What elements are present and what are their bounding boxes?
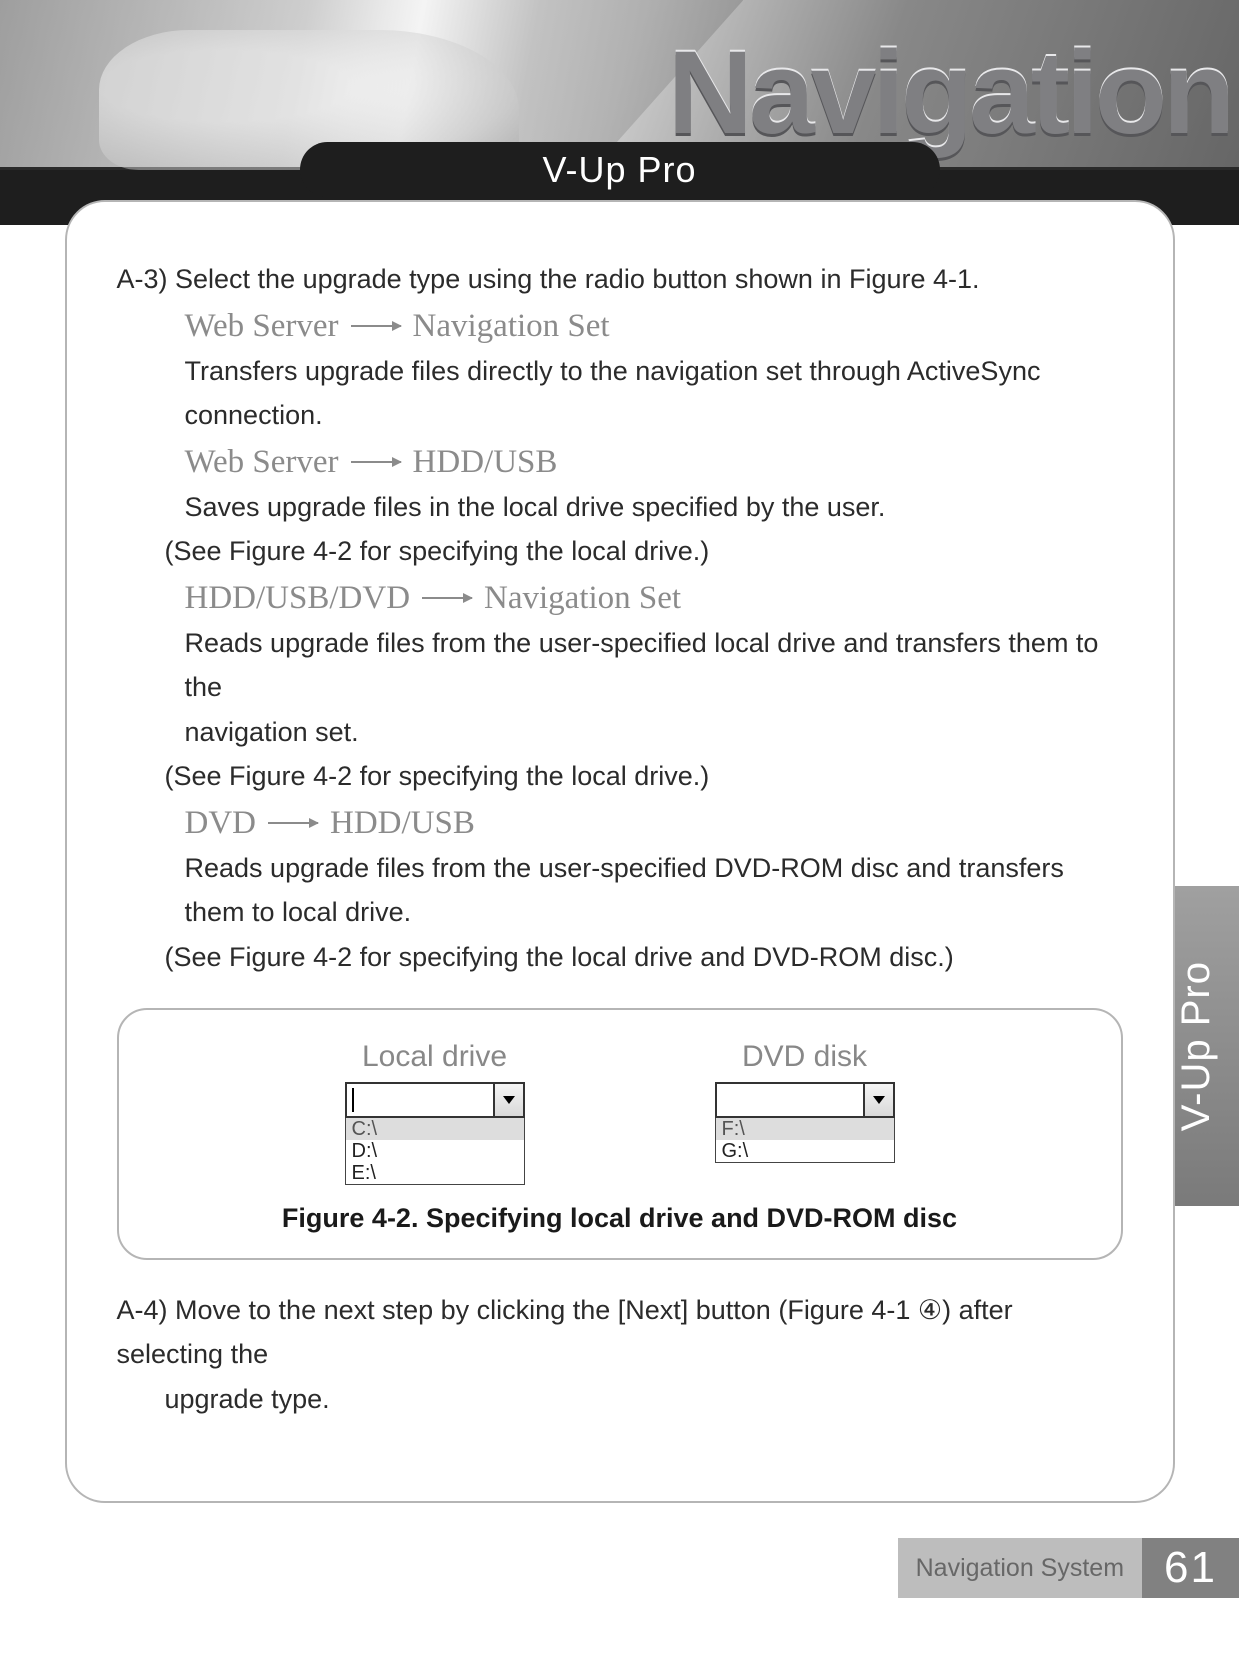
step-a3-intro: A-3) Select the upgrade type using the r… xyxy=(117,257,1123,302)
list-item[interactable]: F:\ xyxy=(716,1118,894,1140)
list-item[interactable]: E:\ xyxy=(346,1162,524,1184)
content-frame: A-3) Select the upgrade type using the r… xyxy=(65,200,1175,1503)
dvd-disk-list[interactable]: F:\ G:\ xyxy=(715,1118,895,1163)
footer-page-number: 61 xyxy=(1142,1538,1239,1598)
opt3-to: Navigation Set xyxy=(484,580,681,617)
dropdown-arrow-icon[interactable] xyxy=(863,1084,893,1116)
figure-caption: Figure 4-2. Specifying local drive and D… xyxy=(159,1203,1081,1234)
dropdown-arrow-icon[interactable] xyxy=(493,1084,523,1116)
local-drive-widget: Local drive C:\ D:\ E:\ xyxy=(310,1040,560,1185)
arrow-right-icon xyxy=(351,461,401,463)
opt2-to: HDD/USB xyxy=(413,444,558,481)
list-item[interactable]: D:\ xyxy=(346,1140,524,1162)
arrow-right-icon xyxy=(268,822,318,824)
banner-title: Navigation xyxy=(668,25,1231,161)
arrow-right-icon xyxy=(422,597,472,599)
opt2-note: (See Figure 4-2 for specifying the local… xyxy=(165,529,1123,574)
opt1-to: Navigation Set xyxy=(413,308,610,345)
opt3-from: HDD/USB/DVD xyxy=(185,580,411,617)
side-tab-label: V-Up Pro xyxy=(1174,961,1219,1131)
local-drive-list[interactable]: C:\ D:\ E:\ xyxy=(345,1118,525,1185)
opt4-note: (See Figure 4-2 for specifying the local… xyxy=(165,935,1123,980)
opt2-desc: Saves upgrade files in the local drive s… xyxy=(185,485,1123,530)
opt3-note: (See Figure 4-2 for specifying the local… xyxy=(165,754,1123,799)
step-a4-line2: upgrade type. xyxy=(165,1377,1123,1422)
opt4-to: HDD/USB xyxy=(330,805,475,842)
opt4-from: DVD xyxy=(185,805,257,842)
opt2-from: Web Server xyxy=(185,444,339,481)
arrow-right-icon xyxy=(351,325,401,327)
upgrade-option-3: HDD/USB/DVD Navigation Set xyxy=(185,580,1123,617)
upgrade-option-4: DVD HDD/USB xyxy=(185,805,1123,842)
figure-4-2-panel: Local drive C:\ D:\ E:\ DVD disk F:\ G:\ xyxy=(117,1008,1123,1260)
opt3-desc1: Reads upgrade files from the user-specif… xyxy=(185,621,1123,710)
list-item[interactable]: G:\ xyxy=(716,1140,894,1162)
dvd-disk-label: DVD disk xyxy=(742,1040,867,1074)
opt3-desc2: navigation set. xyxy=(185,710,1123,755)
local-drive-label: Local drive xyxy=(362,1040,507,1074)
list-item[interactable]: C:\ xyxy=(346,1118,524,1140)
section-title-pill: V-Up Pro xyxy=(300,142,940,197)
section-title: V-Up Pro xyxy=(542,149,696,191)
dvd-disk-select[interactable] xyxy=(715,1082,895,1118)
upgrade-option-1: Web Server Navigation Set xyxy=(185,308,1123,345)
opt1-desc: Transfers upgrade files directly to the … xyxy=(185,349,1123,438)
dvd-disk-widget: DVD disk F:\ G:\ xyxy=(680,1040,930,1185)
opt4-desc: Reads upgrade files from the user-specif… xyxy=(185,846,1123,935)
opt1-from: Web Server xyxy=(185,308,339,345)
upgrade-option-2: Web Server HDD/USB xyxy=(185,444,1123,481)
page-footer: Navigation System 61 xyxy=(898,1538,1239,1598)
footer-section-label: Navigation System xyxy=(898,1538,1142,1598)
step-a4-line1: A-4) Move to the next step by clicking t… xyxy=(117,1288,1123,1377)
local-drive-select[interactable] xyxy=(345,1082,525,1118)
